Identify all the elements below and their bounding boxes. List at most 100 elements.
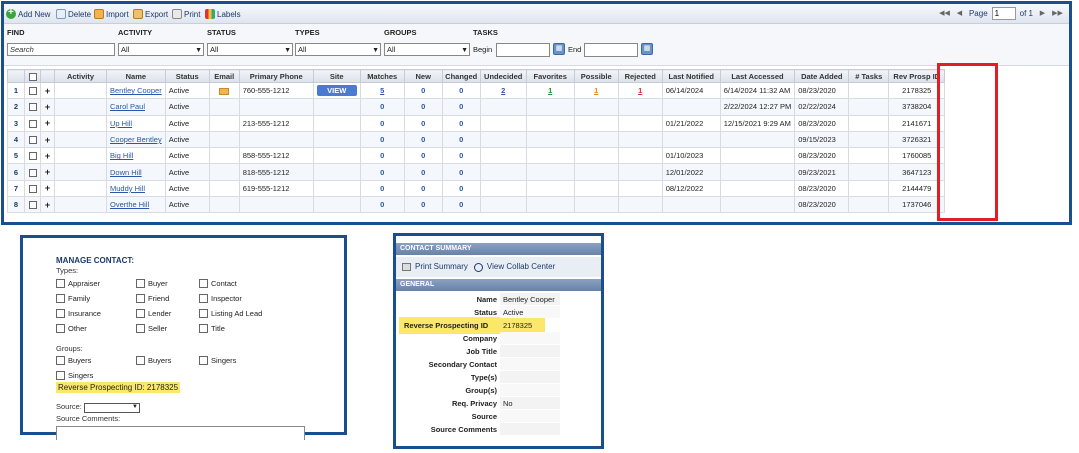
first-page-icon[interactable]: ◀◀ xyxy=(939,8,950,19)
matches-count[interactable]: 0 xyxy=(380,184,384,193)
type-option[interactable]: Appraiser xyxy=(56,279,100,288)
search-input[interactable]: Search xyxy=(7,43,115,56)
type-checkbox[interactable] xyxy=(56,294,65,303)
column-header-activity[interactable]: Activity xyxy=(54,69,107,83)
type-checkbox[interactable] xyxy=(199,294,208,303)
column-header-site[interactable]: Site xyxy=(312,69,361,83)
type-checkbox[interactable] xyxy=(136,309,145,318)
group-option[interactable]: Buyers xyxy=(56,356,91,365)
row-checkbox[interactable] xyxy=(28,184,37,193)
expand-row-icon[interactable]: + xyxy=(40,114,55,132)
calendar-icon[interactable]: ▦ xyxy=(641,43,653,55)
row-checkbox[interactable] xyxy=(28,103,37,112)
begin-date-input[interactable] xyxy=(496,43,550,57)
calendar-icon[interactable]: ▦ xyxy=(553,43,565,55)
type-option[interactable]: Other xyxy=(56,324,87,333)
type-checkbox[interactable] xyxy=(199,309,208,318)
view-site-button[interactable]: VIEW xyxy=(316,85,357,97)
type-checkbox[interactable] xyxy=(136,324,145,333)
expand-row-icon[interactable]: + xyxy=(40,81,55,100)
column-header-changed[interactable]: Changed xyxy=(441,69,481,83)
column-header-name[interactable]: Name xyxy=(106,69,166,83)
view-collab-center-link[interactable]: View Collab Center xyxy=(487,257,555,277)
column-header-primary-phone[interactable]: Primary Phone xyxy=(238,69,314,83)
type-checkbox[interactable] xyxy=(199,279,208,288)
contact-name-link[interactable]: Up Hill xyxy=(110,119,132,128)
column-header-possible[interactable]: Possible xyxy=(573,69,619,83)
import-button[interactable]: Import xyxy=(94,9,129,19)
types-select[interactable]: All ▼ xyxy=(295,43,381,56)
matches-count[interactable]: 0 xyxy=(380,119,384,128)
type-option[interactable]: Lender xyxy=(136,309,171,318)
add-new-button[interactable]: Add New xyxy=(6,7,50,19)
type-checkbox[interactable] xyxy=(136,279,145,288)
group-checkbox[interactable] xyxy=(56,356,65,365)
matches-count[interactable]: 0 xyxy=(380,135,384,144)
type-option[interactable]: Family xyxy=(56,294,90,303)
labels-button[interactable]: Labels xyxy=(205,9,241,19)
contact-name-link[interactable]: Overthe Hill xyxy=(110,200,149,209)
type-option[interactable]: Contact xyxy=(199,279,237,288)
column-header-last-notified[interactable]: Last Notified xyxy=(661,69,721,83)
email-icon[interactable] xyxy=(219,87,230,95)
status-select[interactable]: All ▼ xyxy=(207,43,293,56)
group-checkbox[interactable] xyxy=(136,356,145,365)
contact-name-link[interactable]: Carol Paul xyxy=(110,102,145,111)
group-checkbox[interactable] xyxy=(56,371,65,380)
column-header-status[interactable]: Status xyxy=(164,69,210,83)
end-date-input[interactable] xyxy=(584,43,638,57)
row-checkbox[interactable] xyxy=(28,136,37,145)
type-option[interactable]: Seller xyxy=(136,324,167,333)
expand-row-icon[interactable]: + xyxy=(40,163,55,181)
source-select[interactable] xyxy=(84,403,140,413)
contact-name-link[interactable]: Muddy Hill xyxy=(110,184,145,193)
contact-name-link[interactable]: Bentley Cooper xyxy=(110,86,162,95)
type-option[interactable]: Buyer xyxy=(136,279,168,288)
undecided-count[interactable]: 2 xyxy=(501,86,505,95)
row-checkbox[interactable] xyxy=(28,168,37,177)
contact-name-link[interactable]: Big Hill xyxy=(110,151,133,160)
type-checkbox[interactable] xyxy=(136,294,145,303)
row-checkbox[interactable] xyxy=(28,152,37,161)
column-header-rejected[interactable]: Rejected xyxy=(617,69,663,83)
export-button[interactable]: Export xyxy=(133,9,168,19)
type-checkbox[interactable] xyxy=(199,324,208,333)
expand-row-icon[interactable]: + xyxy=(40,147,55,165)
row-checkbox[interactable] xyxy=(28,201,37,210)
column-header-tasks[interactable]: # Tasks xyxy=(848,69,890,83)
type-checkbox[interactable] xyxy=(56,309,65,318)
expand-row-icon[interactable]: + xyxy=(40,130,55,149)
favorites-count[interactable]: 1 xyxy=(548,86,552,95)
last-page-icon[interactable]: ▶▶ xyxy=(1052,8,1063,19)
expand-row-icon[interactable]: + xyxy=(40,196,55,214)
possible-count[interactable]: 1 xyxy=(594,86,598,95)
type-option[interactable]: Friend xyxy=(136,294,169,303)
group-option[interactable]: Singers xyxy=(56,371,93,380)
type-option[interactable]: Listing Ad Lead xyxy=(199,309,262,318)
column-header-new[interactable]: New xyxy=(403,69,443,83)
matches-count[interactable]: 0 xyxy=(380,168,384,177)
row-checkbox[interactable] xyxy=(28,119,37,128)
activity-select[interactable]: All ▼ xyxy=(118,43,204,56)
column-header-favorites[interactable]: Favorites xyxy=(525,69,575,83)
group-option[interactable]: Buyers xyxy=(136,356,171,365)
matches-count[interactable]: 5 xyxy=(380,86,384,95)
contact-name-link[interactable]: Cooper Bentley xyxy=(110,135,162,144)
groups-select[interactable]: All ▼ xyxy=(384,43,470,56)
column-header-undecided[interactable]: Undecided xyxy=(479,69,527,83)
prev-page-icon[interactable]: ◀ xyxy=(954,8,965,19)
rejected-count[interactable]: 1 xyxy=(638,86,642,95)
column-header-matches[interactable]: Matches xyxy=(359,69,405,83)
row-checkbox[interactable] xyxy=(28,87,37,96)
select-all-checkbox[interactable] xyxy=(28,72,37,81)
column-header-email[interactable]: Email xyxy=(208,69,240,83)
expand-row-icon[interactable]: + xyxy=(40,98,55,116)
type-option[interactable]: Insurance xyxy=(56,309,101,318)
matches-count[interactable]: 0 xyxy=(380,200,384,209)
type-checkbox[interactable] xyxy=(56,279,65,288)
next-page-icon[interactable]: ▶ xyxy=(1037,8,1048,19)
delete-button[interactable]: Delete xyxy=(56,9,91,19)
matches-count[interactable]: 0 xyxy=(380,151,384,160)
page-input[interactable] xyxy=(991,7,1016,20)
type-checkbox[interactable] xyxy=(56,324,65,333)
